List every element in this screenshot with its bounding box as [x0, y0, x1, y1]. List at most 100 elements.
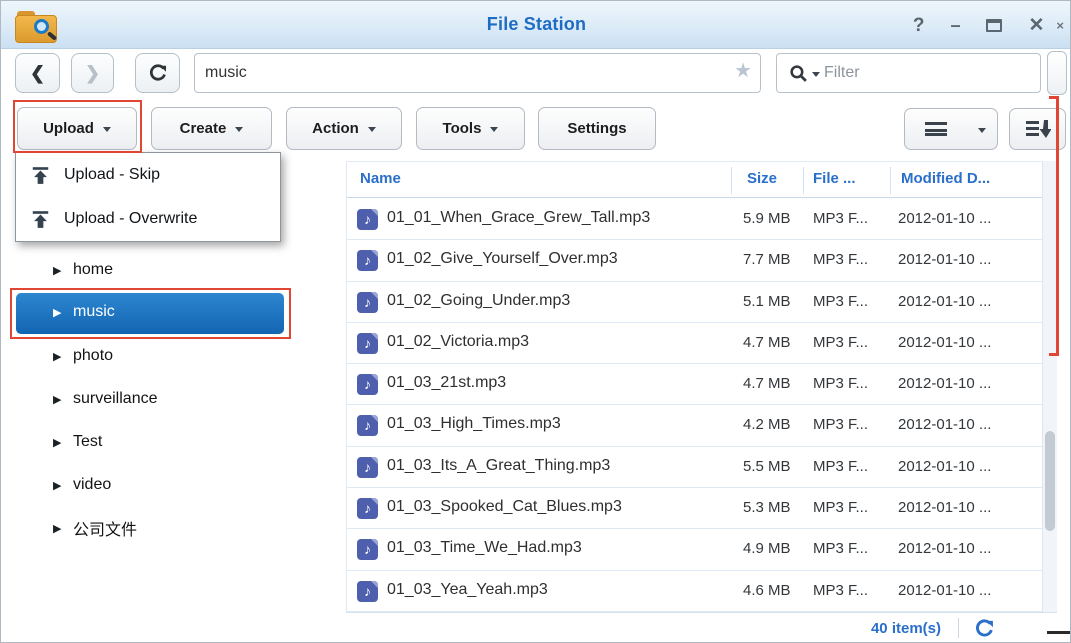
- mp3-file-icon: ♪: [357, 333, 378, 354]
- file-station-window: File Station ? – ✕ × ❮ ❯ ★ Upload: [0, 0, 1071, 643]
- file-type: MP3 F...: [813, 582, 868, 599]
- chevron-down-icon: [978, 128, 986, 133]
- expand-arrow-icon[interactable]: ▶: [53, 393, 61, 406]
- expand-arrow-icon[interactable]: ▶: [53, 350, 61, 363]
- edge-partial-button: [1047, 51, 1067, 95]
- mp3-file-icon: ♪: [357, 374, 378, 395]
- expand-arrow-icon[interactable]: ▶: [53, 306, 61, 319]
- settings-button[interactable]: Settings: [538, 107, 656, 150]
- create-button[interactable]: Create: [151, 107, 272, 150]
- menu-item-upload-overwrite[interactable]: Upload - Overwrite: [16, 197, 280, 241]
- expand-arrow-icon[interactable]: ▶: [53, 436, 61, 449]
- status-divider: [958, 618, 959, 638]
- window-title: File Station: [1, 14, 1071, 35]
- file-name: 01_03_Time_We_Had.mp3: [387, 539, 582, 557]
- sidebar-item-label: video: [73, 476, 111, 494]
- table-row[interactable]: ♪ 01_03_Time_We_Had.mp3 4.9 MB MP3 F... …: [347, 529, 1042, 570]
- sidebar-item-company-files[interactable]: ▶ 公司文件: [1, 513, 331, 543]
- item-count-label: 40 item(s): [871, 620, 941, 637]
- file-modified: 2012-01-10 ...: [898, 334, 991, 351]
- refresh-icon: [148, 63, 168, 83]
- mp3-file-icon: ♪: [357, 457, 378, 478]
- view-options-button[interactable]: [967, 108, 998, 150]
- file-type: MP3 F...: [813, 334, 868, 351]
- column-header-size[interactable]: Size: [747, 170, 777, 187]
- column-separator[interactable]: [803, 167, 804, 194]
- file-size: 4.7 MB: [743, 375, 791, 392]
- back-button[interactable]: ❮: [15, 53, 60, 93]
- close-icon[interactable]: ✕: [1028, 16, 1044, 35]
- filter-field[interactable]: [776, 53, 1041, 93]
- file-name: 01_03_Yea_Yeah.mp3: [387, 581, 548, 599]
- minimize-icon[interactable]: –: [950, 16, 960, 34]
- table-row[interactable]: ♪ 01_03_Its_A_Great_Thing.mp3 5.5 MB MP3…: [347, 447, 1042, 488]
- menu-item-upload-skip[interactable]: Upload - Skip: [16, 153, 280, 197]
- column-separator[interactable]: [731, 167, 732, 194]
- sidebar-item-surveillance[interactable]: ▶ surveillance: [1, 384, 331, 414]
- table-row[interactable]: ♪ 01_03_Spooked_Cat_Blues.mp3 5.3 MB MP3…: [347, 488, 1042, 529]
- sort-button[interactable]: [1009, 108, 1066, 150]
- expand-arrow-icon[interactable]: ▶: [53, 522, 61, 535]
- file-modified: 2012-01-10 ...: [898, 210, 991, 227]
- file-name: 01_03_Its_A_Great_Thing.mp3: [387, 457, 610, 475]
- refresh-button[interactable]: [135, 53, 180, 93]
- tools-button[interactable]: Tools: [416, 107, 525, 150]
- file-rows: ♪ 01_01_When_Grace_Grew_Tall.mp3 5.9 MB …: [347, 199, 1042, 612]
- search-options-caret-icon[interactable]: [812, 72, 820, 77]
- sidebar-item-music[interactable]: ▶ music: [16, 293, 284, 334]
- action-button-label: Action: [312, 120, 359, 137]
- table-row[interactable]: ♪ 01_02_Give_Yourself_Over.mp3 7.7 MB MP…: [347, 240, 1042, 281]
- file-modified: 2012-01-10 ...: [898, 251, 991, 268]
- file-modified: 2012-01-10 ...: [898, 582, 991, 599]
- action-button[interactable]: Action: [286, 107, 402, 150]
- file-size: 5.3 MB: [743, 499, 791, 516]
- mp3-file-icon: ♪: [357, 292, 378, 313]
- list-header-row: Name Size File ... Modified D...: [347, 161, 1042, 198]
- mp3-file-icon: ♪: [357, 581, 378, 602]
- list-view-button[interactable]: [904, 108, 968, 150]
- upload-button-label: Upload: [43, 120, 94, 137]
- file-type: MP3 F...: [813, 416, 868, 433]
- table-row[interactable]: ♪ 01_03_Yea_Yeah.mp3 4.6 MB MP3 F... 201…: [347, 571, 1042, 612]
- help-icon[interactable]: ?: [913, 16, 925, 35]
- maximize-icon[interactable]: [986, 19, 1002, 32]
- mp3-file-icon: ♪: [357, 415, 378, 436]
- file-size: 4.9 MB: [743, 540, 791, 557]
- table-row[interactable]: ♪ 01_03_21st.mp3 4.7 MB MP3 F... 2012-01…: [347, 364, 1042, 405]
- column-header-modified[interactable]: Modified D...: [901, 170, 990, 187]
- path-input[interactable]: [205, 54, 715, 92]
- scrollbar-thumb[interactable]: [1045, 431, 1055, 531]
- forward-button[interactable]: ❯: [71, 53, 114, 93]
- list-view-icon: [925, 122, 947, 136]
- status-refresh-button[interactable]: [974, 618, 995, 639]
- expand-arrow-icon[interactable]: ▶: [53, 264, 61, 277]
- table-row[interactable]: ♪ 01_03_High_Times.mp3 4.2 MB MP3 F... 2…: [347, 405, 1042, 446]
- edge-close-icon: ×: [1056, 19, 1064, 32]
- file-size: 4.2 MB: [743, 416, 791, 433]
- settings-button-label: Settings: [567, 120, 626, 137]
- table-row[interactable]: ♪ 01_02_Victoria.mp3 4.7 MB MP3 F... 201…: [347, 323, 1042, 364]
- favorite-star-icon[interactable]: ★: [734, 61, 752, 81]
- sidebar-item-label: home: [73, 261, 113, 279]
- table-row[interactable]: ♪ 01_01_When_Grace_Grew_Tall.mp3 5.9 MB …: [347, 199, 1042, 240]
- column-separator[interactable]: [890, 167, 891, 194]
- sidebar-item-test[interactable]: ▶ Test: [1, 427, 331, 457]
- file-size: 5.9 MB: [743, 210, 791, 227]
- file-name: 01_02_Going_Under.mp3: [387, 292, 570, 310]
- sidebar-item-video[interactable]: ▶ video: [1, 470, 331, 500]
- column-header-name[interactable]: Name: [360, 170, 401, 187]
- file-list-panel: Name Size File ... Modified D... ♪ 01_01…: [346, 161, 1041, 612]
- sidebar-item-photo[interactable]: ▶ photo: [1, 341, 331, 371]
- refresh-icon: [974, 618, 995, 639]
- sidebar-item-home[interactable]: ▶ home: [1, 255, 331, 285]
- filter-input[interactable]: [824, 64, 984, 82]
- file-type: MP3 F...: [813, 499, 868, 516]
- path-field[interactable]: ★: [194, 53, 761, 93]
- upload-button[interactable]: Upload: [17, 107, 137, 150]
- column-header-type[interactable]: File ...: [813, 170, 856, 187]
- expand-arrow-icon[interactable]: ▶: [53, 479, 61, 492]
- vertical-scrollbar[interactable]: [1042, 161, 1057, 612]
- file-size: 5.1 MB: [743, 293, 791, 310]
- sort-descending-icon: [1025, 119, 1051, 139]
- table-row[interactable]: ♪ 01_02_Going_Under.mp3 5.1 MB MP3 F... …: [347, 282, 1042, 323]
